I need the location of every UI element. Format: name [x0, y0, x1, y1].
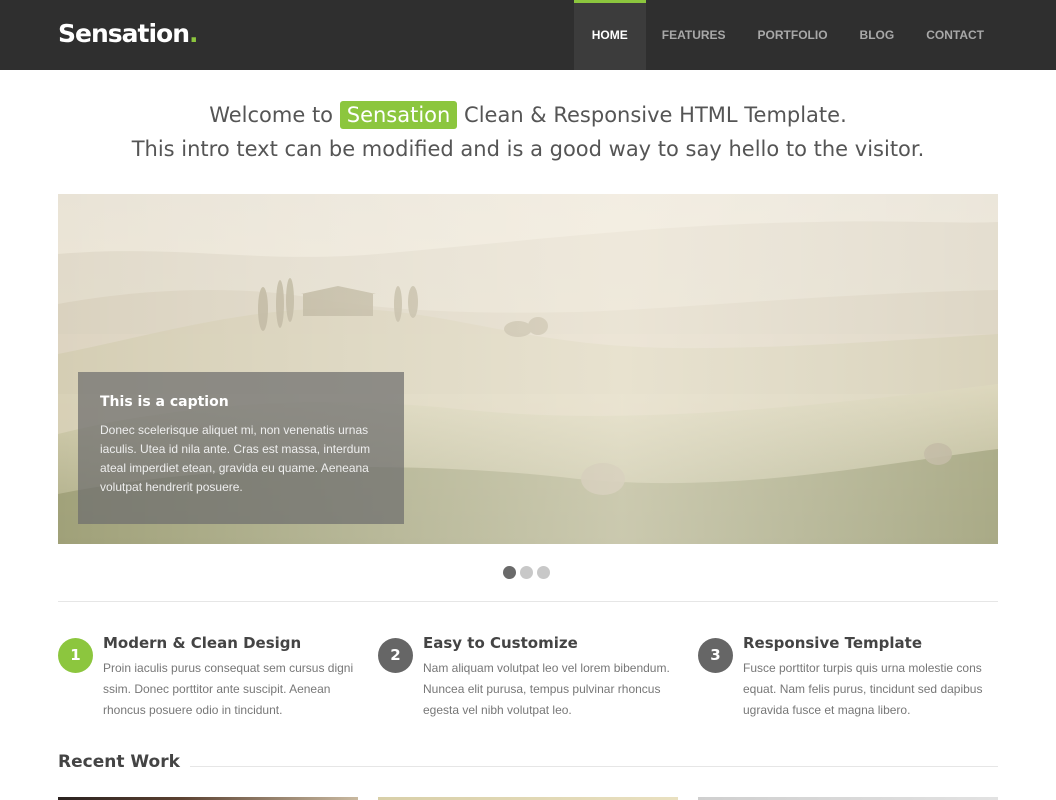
- feature-number-badge: 1: [58, 638, 93, 673]
- section-divider: [58, 601, 998, 602]
- intro-post: Clean & Responsive HTML Template.: [464, 103, 847, 127]
- feature-title: Modern & Clean Design: [103, 634, 302, 652]
- image-slider[interactable]: This is a caption Donec scelerisque aliq…: [58, 194, 998, 544]
- nav-blog[interactable]: BLOG: [844, 0, 911, 70]
- main-nav: HOME FEATURES PORTFOLIO BLOG CONTACT: [573, 0, 1000, 70]
- intro-line-1: Welcome to Sensation Clean & Responsive …: [0, 98, 1056, 132]
- feature-number-badge: 2: [378, 638, 413, 673]
- feature-text: Fusce porttitor turpis quis urna molesti…: [743, 661, 983, 717]
- slider-dot-1[interactable]: [503, 566, 516, 579]
- intro-brand-badge: Sensation: [339, 101, 458, 129]
- feature-title: Responsive Template: [743, 634, 923, 652]
- logo-text: Sensation: [58, 19, 190, 48]
- logo[interactable]: Sensation.: [58, 19, 198, 48]
- caption-text: Donec scelerisque aliquet mi, non venena…: [100, 423, 371, 494]
- feature-text: Proin iaculis purus consequat sem cursus…: [103, 661, 354, 717]
- nav-features[interactable]: FEATURES: [646, 0, 742, 70]
- feature-title: Easy to Customize: [423, 634, 578, 652]
- nav-contact[interactable]: CONTACT: [910, 0, 1000, 70]
- slide-caption: This is a caption Donec scelerisque aliq…: [78, 372, 404, 524]
- caption-title: This is a caption: [100, 394, 229, 410]
- recent-work-heading: Recent Work: [58, 752, 190, 772]
- feature-text: Nam aliquam volutpat leo vel lorem biben…: [423, 661, 670, 717]
- slider-pagination: [503, 566, 550, 579]
- recent-work-rule: [58, 766, 998, 767]
- slider-dot-3[interactable]: [537, 566, 550, 579]
- site-header: Sensation. HOME FEATURES PORTFOLIO BLOG …: [0, 0, 1056, 70]
- intro-pre: Welcome to: [209, 103, 334, 127]
- nav-home[interactable]: HOME: [573, 0, 646, 70]
- intro-line-2: This intro text can be modified and is a…: [131, 137, 925, 161]
- nav-portfolio[interactable]: PORTFOLIO: [742, 0, 844, 70]
- intro-text: Welcome to Sensation Clean & Responsive …: [0, 98, 1056, 166]
- logo-dot: .: [189, 19, 198, 48]
- feature-number-badge: 3: [698, 638, 733, 673]
- slider-dot-2[interactable]: [520, 566, 533, 579]
